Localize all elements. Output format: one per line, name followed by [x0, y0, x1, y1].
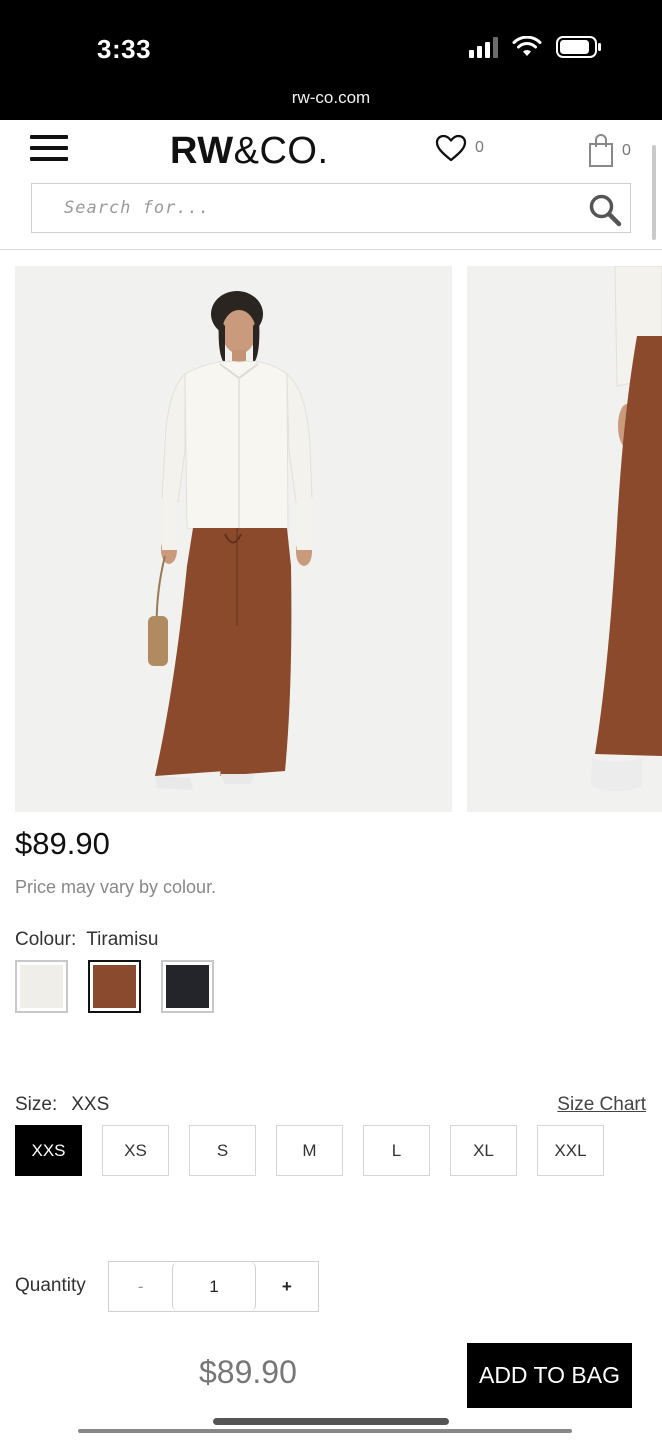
colour-label: Colour: Tiramisu — [15, 929, 158, 951]
quantity-label: Quantity — [15, 1275, 86, 1296]
wishlist-button[interactable]: 0 — [435, 134, 484, 162]
url-bar[interactable]: rw-co.com — [0, 88, 662, 108]
selected-colour: Tiramisu — [86, 929, 159, 950]
size-option-l[interactable]: L — [363, 1125, 430, 1176]
scrollbar[interactable] — [652, 145, 656, 240]
status-time: 3:33 — [97, 34, 152, 64]
quantity-value[interactable]: 1 — [172, 1262, 256, 1311]
size-option-xxs[interactable]: XXS — [15, 1125, 82, 1176]
product-price: $89.90 — [15, 826, 110, 861]
search-icon[interactable] — [588, 193, 622, 227]
hamburger-menu-icon[interactable] — [30, 135, 68, 165]
size-option-s[interactable]: S — [189, 1125, 256, 1176]
home-indicator[interactable] — [213, 1418, 449, 1425]
selected-size: XXS — [71, 1094, 110, 1115]
swatch-black[interactable] — [161, 960, 214, 1013]
status-bar: 3:33 rw-co.com — [0, 0, 662, 120]
site-logo[interactable]: RW&CO. — [170, 130, 329, 173]
footer-price: $89.90 — [199, 1354, 297, 1390]
quantity-decrease-button[interactable]: - — [109, 1262, 172, 1311]
size-chart-link[interactable]: Size Chart — [557, 1094, 646, 1116]
logo-rest: &CO. — [233, 130, 329, 172]
bottom-scroll-line — [78, 1429, 572, 1433]
product-image-back[interactable] — [467, 266, 662, 812]
size-option-xxl[interactable]: XXL — [537, 1125, 604, 1176]
search-bar — [31, 183, 631, 233]
model-front-illustration — [148, 291, 313, 790]
size-option-m[interactable]: M — [276, 1125, 343, 1176]
size-option-xl[interactable]: XL — [450, 1125, 517, 1176]
signal-icon — [469, 36, 498, 58]
battery-icon — [556, 36, 601, 58]
size-options: XXS XS S M L XL XXL — [15, 1125, 604, 1176]
size-label: Size: XXS — [15, 1094, 109, 1116]
colour-swatches — [15, 960, 214, 1013]
shopping-bag-icon — [589, 134, 613, 167]
logo-bold: RW — [170, 130, 234, 172]
swatch-tiramisu[interactable] — [88, 960, 141, 1013]
quantity-stepper: - 1 + — [108, 1261, 319, 1312]
wifi-icon — [512, 36, 542, 56]
price-note: Price may vary by colour. — [15, 877, 217, 897]
model-side-illustration — [591, 266, 662, 791]
heart-icon — [435, 134, 467, 162]
size-option-xs[interactable]: XS — [102, 1125, 169, 1176]
colour-label-text: Colour: — [15, 929, 77, 950]
size-label-text: Size: — [15, 1094, 58, 1115]
search-input[interactable] — [32, 184, 572, 232]
product-image-carousel[interactable] — [15, 266, 662, 812]
status-icons — [469, 36, 602, 58]
wishlist-count: 0 — [475, 139, 484, 156]
bag-count: 0 — [622, 142, 631, 159]
quantity-increase-button[interactable]: + — [256, 1262, 318, 1311]
add-to-bag-button[interactable]: ADD TO BAG — [467, 1343, 632, 1408]
product-image-front[interactable] — [15, 266, 452, 812]
swatch-white[interactable] — [15, 960, 68, 1013]
shopping-bag-button[interactable]: 0 — [588, 134, 631, 168]
